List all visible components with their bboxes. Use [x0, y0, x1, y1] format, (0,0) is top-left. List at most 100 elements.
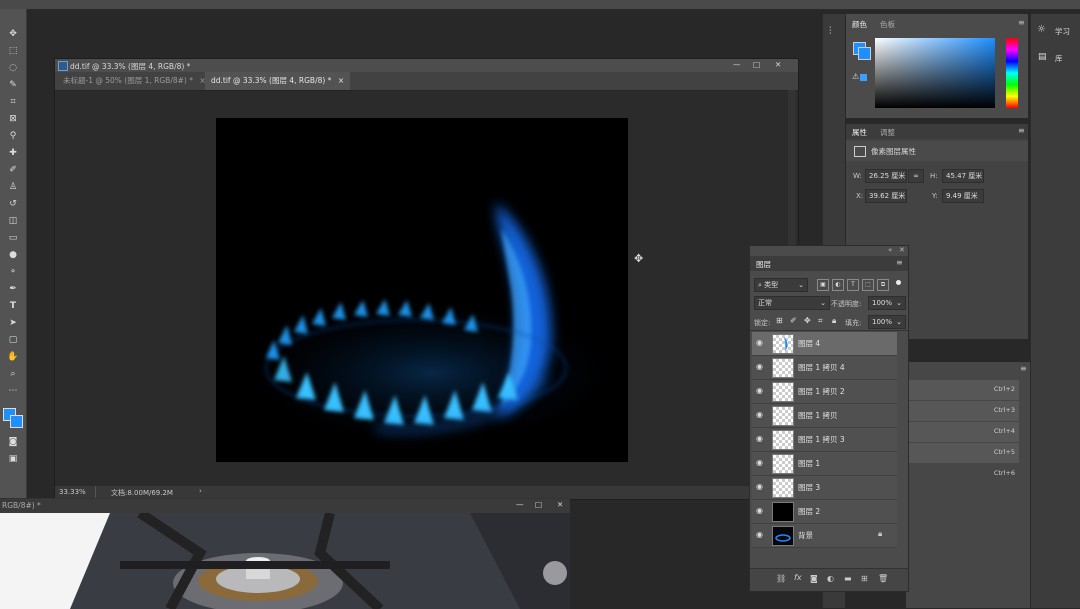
visibility-eye-icon[interactable]: ◉ — [756, 506, 766, 516]
canvas-image[interactable] — [216, 118, 628, 462]
y-field[interactable]: 9.49 厘米 — [942, 189, 984, 203]
path-select-icon[interactable]: ➤ — [4, 316, 22, 330]
visibility-eye-icon[interactable]: ◉ — [756, 362, 766, 372]
visibility-eye-icon[interactable]: ◉ — [756, 386, 766, 396]
quick-select-tool-icon[interactable]: ✎ — [4, 78, 22, 92]
channel-row[interactable]: Ctrl+6 — [906, 464, 1019, 485]
filter-pixel-icon[interactable]: ▣ — [817, 279, 829, 291]
layer-row[interactable]: ◉ 图层 1 拷贝 4 — [752, 356, 897, 380]
maximize-button[interactable]: □ — [753, 60, 760, 69]
lightbulb-icon[interactable]: ☼ — [1037, 24, 1046, 35]
lock-pixels-icon[interactable]: ✐ — [790, 316, 797, 325]
lock-all-icon[interactable]: 🔒︎ — [832, 316, 836, 326]
zoom-tool-icon[interactable]: ⌕ — [4, 367, 22, 381]
type-tool-icon[interactable]: T — [4, 299, 22, 313]
tab-untitled[interactable]: 未标题-1 @ 50% (图层 1, RGB/8#) * × — [57, 72, 212, 90]
link-icon[interactable]: ⛓ — [776, 574, 786, 583]
layer-row[interactable]: ◉ 图层 1 拷贝 2 — [752, 380, 897, 404]
history-brush-icon[interactable]: ↺ — [4, 197, 22, 211]
histogram-icon[interactable]: ⫶ — [829, 26, 832, 37]
lasso-tool-icon[interactable]: ◌ — [4, 61, 22, 75]
color-field[interactable] — [875, 38, 995, 108]
library-icon[interactable]: ▤ — [1038, 52, 1047, 62]
panel-menu-icon[interactable]: ≡ — [1020, 364, 1027, 373]
tab-color[interactable]: 颜色 — [852, 19, 867, 30]
screen-mode-icon[interactable]: ▣ — [4, 452, 22, 466]
tab-properties[interactable]: 属性 — [852, 127, 867, 138]
library-button[interactable]: 库 — [1055, 53, 1063, 64]
marquee-tool-icon[interactable]: ⬚ — [4, 44, 22, 58]
close-button[interactable]: ✕ — [557, 500, 563, 509]
tab-dd-tif[interactable]: dd.tif @ 33.3% (图层 4, RGB/8) * × — [205, 72, 351, 90]
bg-color-chip[interactable] — [858, 47, 871, 60]
tab-layers[interactable]: 图层 — [756, 259, 771, 270]
frame-tool-icon[interactable]: ⊠ — [4, 112, 22, 126]
tab-swatches[interactable]: 色板 — [880, 19, 895, 30]
adjustment-icon[interactable]: ◐ — [827, 574, 834, 583]
eraser-tool-icon[interactable]: ◫ — [4, 214, 22, 228]
learn-button[interactable]: 学习 — [1055, 26, 1070, 37]
filter-shape-icon[interactable]: ⬚ — [862, 279, 874, 291]
hue-slider[interactable] — [1006, 38, 1018, 108]
panel-menu-icon[interactable]: ≡ — [896, 258, 903, 267]
status-menu-arrow[interactable]: › — [199, 487, 202, 495]
gradient-tool-icon[interactable]: ▭ — [4, 231, 22, 245]
x-field[interactable]: 39.62 厘米 — [865, 189, 907, 203]
width-field[interactable]: 26.25 厘米 — [865, 169, 907, 183]
blur-tool-icon[interactable]: ● — [4, 248, 22, 262]
collapse-icon[interactable]: « — [888, 246, 892, 254]
visibility-eye-icon[interactable]: ◉ — [756, 482, 766, 492]
tab-adjustments[interactable]: 调整 — [880, 127, 895, 138]
panel-close-icon[interactable]: ✕ — [899, 246, 905, 254]
visibility-eye-icon[interactable]: ◉ — [756, 410, 766, 420]
healing-tool-icon[interactable]: ✚ — [4, 146, 22, 160]
websafe-chip[interactable] — [860, 74, 867, 81]
channel-row[interactable]: Ctrl+5 — [906, 443, 1019, 464]
filter-adjustment-icon[interactable]: ◐ — [832, 279, 844, 291]
group-icon[interactable]: ▬ — [844, 574, 852, 583]
channel-row[interactable]: Ctrl+3 — [906, 401, 1019, 422]
panel-menu-icon[interactable]: ≡ — [1018, 18, 1025, 27]
opacity-field[interactable]: 100% ⌄ — [868, 296, 906, 310]
brush-tool-icon[interactable]: ✐ — [4, 163, 22, 177]
layer-row[interactable]: ◉ 图层 2 — [752, 500, 897, 524]
height-field[interactable]: 45.47 厘米 — [942, 169, 984, 183]
lock-artboard-icon[interactable]: ⌗ — [818, 316, 823, 326]
visibility-eye-icon[interactable]: ◉ — [756, 530, 766, 540]
close-button[interactable]: ✕ — [775, 60, 781, 69]
tab-close-icon[interactable]: × — [338, 76, 344, 85]
minimize-button[interactable]: — — [733, 60, 741, 69]
panel-menu-icon[interactable]: ≡ — [1018, 126, 1025, 135]
fx-icon[interactable]: fx — [794, 573, 802, 582]
zoom-level[interactable]: 33.33% — [59, 488, 86, 496]
minimize-button[interactable]: — — [516, 500, 524, 509]
pen-tool-icon[interactable]: ✒ — [4, 282, 22, 296]
layer-row[interactable]: ◉ 图层 4 — [752, 332, 897, 356]
lock-position-icon[interactable]: ✥ — [804, 316, 811, 325]
layer-row[interactable]: ◉ 图层 1 拷贝 3 — [752, 428, 897, 452]
mask-icon[interactable]: ◙ — [810, 574, 818, 583]
maximize-button[interactable]: □ — [535, 500, 542, 509]
new-layer-icon[interactable]: ⊞ — [861, 574, 868, 583]
channel-row[interactable]: Ctrl+2 — [906, 380, 1019, 401]
quick-mask-icon[interactable]: ◙ — [4, 435, 22, 449]
visibility-eye-icon[interactable]: ◉ — [756, 338, 766, 348]
visibility-eye-icon[interactable]: ◉ — [756, 434, 766, 444]
trash-icon[interactable]: 🗑︎ — [878, 574, 888, 583]
background-color-swatch[interactable] — [10, 415, 23, 428]
layer-row[interactable]: ◉ 图层 1 — [752, 452, 897, 476]
layer-row[interactable]: ◉ 图层 1 拷贝 — [752, 404, 897, 428]
filter-smart-icon[interactable]: ⧉ — [877, 279, 889, 291]
dodge-tool-icon[interactable]: ⚬ — [4, 265, 22, 279]
stamp-tool-icon[interactable]: ♙ — [4, 180, 22, 194]
blend-mode-select[interactable]: 正常 ⌄ — [754, 296, 830, 310]
filter-toggle-icon[interactable] — [896, 280, 901, 285]
fill-field[interactable]: 100% ⌄ — [868, 315, 906, 329]
layer-filter-select[interactable]: ⌕ 类型 ⌄ — [754, 278, 808, 292]
crop-tool-icon[interactable]: ⌗ — [4, 95, 22, 109]
lock-transparency-icon[interactable]: ⊞ — [776, 316, 783, 325]
move-tool-icon[interactable]: ✥ — [4, 27, 22, 41]
link-dimensions-icon[interactable]: ∞ — [908, 169, 924, 183]
hand-tool-icon[interactable]: ✋ — [4, 350, 22, 364]
filter-type-icon[interactable]: T — [847, 279, 859, 291]
